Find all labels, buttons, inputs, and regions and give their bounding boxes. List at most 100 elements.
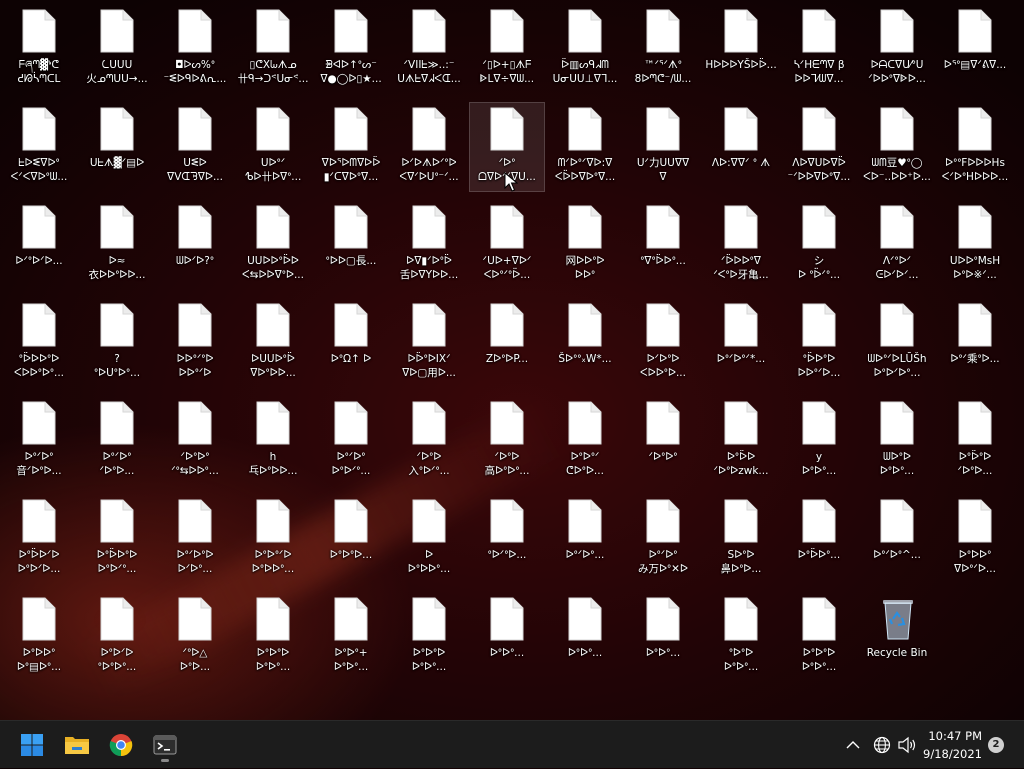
desktop-file-item[interactable]: ᐤᐅᐅ▢長...	[313, 200, 389, 290]
desktop-file-item[interactable]: ᐅᐤᐅᐤᐅ...	[313, 494, 389, 584]
desktop-file-item[interactable]: ᐟᐅᐤᐅᐤ ᐟᐤ⇆ᐅᐅᐤ...	[157, 396, 233, 486]
desktop-file-item[interactable]: ᐅᐤᐅᐤ...	[547, 592, 623, 682]
desktop-file-item[interactable]: ᗯᗰ豆♥ᐤ◯ ᐸᐅ⁻..ᐅᐅ⁺ᐅ...	[859, 102, 935, 192]
desktop-file-item[interactable]: ᐟᐅᐤᐅ 高ᐅᐤᐅᐤ...	[469, 396, 545, 486]
desktop-file-item[interactable]: ᐁᐅᕐᐅᗰᐁᐅᐇ ▮ᐟᑕᐁᐅᐤᐁ...	[313, 102, 389, 192]
desktop-file-item[interactable]: ᐟVIIᖶ≫..:⁻ ᑌᗑᖶᐁᖽᐸᗭ...	[391, 4, 467, 94]
desktop-file-item[interactable]: ᐅᐅᐤᐟᐤᐅ ᐅᐅᐤᐟᐅ	[157, 298, 233, 388]
desktop-file-item[interactable]: ᐅᐤᐇᐅ ᐟᐅᐤᐅzwk...	[703, 396, 779, 486]
desktop-file-item[interactable]: ᐅᐤᐇᐅᐟᐅ ᐅᐤᐅᐟᐅ...	[1, 494, 77, 584]
desktop-file-item[interactable]: ᐤᐅᐟᐤᐅ...	[469, 494, 545, 584]
desktop-file-item[interactable]: ᐅᐤΩ↑ ᐅ	[313, 298, 389, 388]
start-button[interactable]	[14, 727, 50, 763]
notification-badge[interactable]: 2	[988, 737, 1004, 753]
desktop-file-item[interactable]: ᐅᐤᐟᐅᐤ^...	[859, 494, 935, 584]
desktop-file-item[interactable]: ᐤᐅᐤᐅ ᐅᐤᐅᐤ...	[703, 592, 779, 682]
desktop-file-item[interactable]: ZᐅᐤᐅP...	[469, 298, 545, 388]
desktop-file-item[interactable]: ᗯᐅᐤᐟᐅLŪŠh ᐅᐤᐅᐟᐅᐤ...	[859, 298, 935, 388]
desktop-file-item[interactable]: ᐅᐤᐅᐅᐤ ᐅᐤ▤ᐅᐤ...	[1, 592, 77, 682]
clock-button[interactable]: 10:47 PM 9/18/2021	[918, 727, 982, 763]
recycle-bin-icon-item[interactable]: Recycle Bin	[859, 592, 935, 682]
desktop-file-item[interactable]: ᐅᐟᐤᐅᐟᐅ...	[1, 200, 77, 290]
desktop-file-item[interactable]: ᐤᐁᐤᐇᐅᐤ...	[625, 200, 701, 290]
desktop-file-item[interactable]: ᐟᐅᐤᐅ 入ᐤᐅᐟᐤ...	[391, 396, 467, 486]
desktop-file-item[interactable]: ᐅᕐᐤ▤ᐁᐟᕕᐁ...	[937, 4, 1013, 94]
desktop-file-item[interactable]: ᗯᐅᐟᐅ?ᐤ	[157, 200, 233, 290]
show-hidden-icons-button[interactable]	[846, 721, 860, 769]
desktop-file-item[interactable]: ᗯᐅᐤᐅ ᐅᐤᐅᐤ...	[859, 396, 935, 486]
desktop-file-item[interactable]: ᐅᐤᐟᐅᐤ み万ᐅᐤ✕ᐅ	[625, 494, 701, 584]
desktop-file-item[interactable]: ᐅᐤᐟᐅᐤ ᐅᐤᐅᐟᐤ...	[313, 396, 389, 486]
desktop-file-item[interactable]: ᐅᐤᐅᐟᐅ ᐤᐅᐤᐅᐤ...	[79, 592, 155, 682]
desktop-file-item[interactable]: ᐅᐤᐅᐤᐅ ᐅᐤᐅᐤ...	[235, 592, 311, 682]
desktop-file-item[interactable]: ᐅ ᐅᐤᐅᐅᐤ...	[391, 494, 467, 584]
desktop-file-item[interactable]: ᘇᑌᑌᑌ 火ᓄᘉᑌᑌ→...	[79, 4, 155, 94]
desktop-file-item[interactable]: ᐟ▯ᐅ+▯ᗑᖴ ᐈᒪᐁ÷ᐁᗯ...	[469, 4, 545, 94]
desktop-file-item[interactable]: ᐅᐤᐟᐅᐤᐅ ᐅᐟᐅᐤ...	[157, 494, 233, 584]
desktop-file-item[interactable]: ᐅᐤᐅᐤ...	[625, 592, 701, 682]
desktop-file-item[interactable]: ᐱᐅᐁᑌᐅᐁᐇ ⁻ᐟᐅᐅᐁᐅᐤᐁ...	[781, 102, 857, 192]
desktop-file-item[interactable]: ᐟᐅᐤ ᗝᐁᐅᐟᐟᐁᑌ...	[469, 102, 545, 192]
desktop-file-item[interactable]: ᐅᐤᐅᐤᐟ ᕦᐅᐤᐅ...	[547, 396, 623, 486]
desktop-file-item[interactable]: ᐅᐁ▮ᐟᐅᐤᐇ 舌ᐅᐁYᐅᐅ...	[391, 200, 467, 290]
desktop-file-item[interactable]: ᐱᐟᐤᐅᐟ ᕮᐅᐟᐅᐟ...	[859, 200, 935, 290]
desktop-file-item[interactable]: ᐇ▥ᔕᑫᖽᗰ ᑌᓂᑌᑌ⊥ᐁᒣ...	[547, 4, 623, 94]
desktop-file-item[interactable]: ᐅᐤᐟᐅᐤ...	[547, 494, 623, 584]
desktop-file-item[interactable]: ᐅᐤᐇᐅᐤᐅ ᐅᐤᐅᐟᐤ...	[79, 494, 155, 584]
desktop-file-item[interactable]: ᐅᐟᐅᐤᐅ ᐸᐅᐅᐤᐅ...	[625, 298, 701, 388]
desktop-file-item[interactable]: ᐅᐤᐅᐤ+ ᐅᐤᐅᐤ...	[313, 592, 389, 682]
desktop-file-item[interactable]: ᐅᐤᐇᐤᐅ ᐟᐅᐤᐅ...	[937, 396, 1013, 486]
desktop-file-item[interactable]: ™ᐟᕐᐟᗑᐤ 8ᐅᘉᕦ⁻/ᗯ...	[625, 4, 701, 94]
desktop-file-item[interactable]: ᖴཞᘉ▓ᔉᕦ ᕍᘙᓵᘉᑕᒪ	[1, 4, 77, 94]
desktop-file-item[interactable]: ᐅ≈ 衣ᐅᐅᐤᐅᐅ...	[79, 200, 155, 290]
desktop-file-item[interactable]: ᐟᐤᐅ△ ᐅᐤᐅ...	[157, 592, 233, 682]
desktop-file-item[interactable]: ᐱᐅ:ᐁᐁᐟ ᐤ ᗑ	[703, 102, 779, 192]
desktop-file-item[interactable]: ᐅᐤᐟᐅᐤ ᐟᐅᐤᐅ...	[79, 396, 155, 486]
desktop-file-item[interactable]: ᐅᗩᑕᐁᑌ⁄ᐤᑌ ᐟᐅᐅᐤᐁᐈᐅ...	[859, 4, 935, 94]
desktop-file-item[interactable]: Šᐅᐤᐤ᙮W*...	[547, 298, 623, 388]
file-explorer-button[interactable]	[59, 727, 95, 763]
desktop-file-item[interactable]: ᐅᐤᐟᐅᐤᐟ*...	[703, 298, 779, 388]
desktop-file-item[interactable]: ᐅᐇᐤᐅIXᐟ ᐁᐅ▢用ᐅ...	[391, 298, 467, 388]
desktop-file-item[interactable]: ᐅᐤᐇᐅᐤ...	[781, 494, 857, 584]
desktop-file-item[interactable]: ᐅᐤᐤFᐅᐅᐅHs ᐸᐟᐅᐤHᐅᐅᐅ...	[937, 102, 1013, 192]
desktop-file-item[interactable]: ᐟᐅᐤᐅᐤ	[625, 396, 701, 486]
desktop-file-item[interactable]: ᖶᐅᓬᐁᐅᐤ ᐸᐟᐸᐁᐅᐤᗯ...	[1, 102, 77, 192]
desktop-file-item[interactable]: ᐅᐤᐅᐤᐅ ᐅᐤᐅᐤ...	[781, 592, 857, 682]
desktop-file-item[interactable]: ᐅᐟᐅᗑᐅᐟᐤᐅ ᐸᐁᐟᐅᑌᐤ⁻ᐟ...	[391, 102, 467, 192]
desktop-file-item[interactable]: ᐟᐇᐅᐅᐤᐁ ᐟᐸᐤᐅ牙亀...	[703, 200, 779, 290]
chrome-button[interactable]	[103, 727, 139, 763]
desktop-file-item[interactable]: 网ᐅᐅᐤᐅ ᐅᐅᐤ	[547, 200, 623, 290]
desktop-file-item[interactable]: ᑌᑌᐅᐅᐤᐇᐅ ᐸ⇆ᐅᐅᐁᐤᐅ...	[235, 200, 311, 290]
desktop-file-item[interactable]: ᐅᐤᐟ乘ᐤᐅ...	[937, 298, 1013, 388]
volume-button[interactable]	[897, 721, 917, 769]
desktop-file-item[interactable]: ▯ᕦXᘈᗑᓄ 卄ᑫ→ᑐᕝᑌᓂᕝ...	[235, 4, 311, 94]
desktop-file-item[interactable]: ᑌᐅᐅᐤMsH ᐅᐤᐅ※ᐟ...	[937, 200, 1013, 290]
desktop-file-item[interactable]: Sᐅᐤᐅ 鼻ᐅᐤᐅ...	[703, 494, 779, 584]
desktop-file-item[interactable]: ᐅᐤᐅᐤᐟᐅ ᐅᐤᐅᐅᐤ...	[235, 494, 311, 584]
desktop-file-item[interactable]: ᑌᐟ力ᑌᑌᐁᐁ ᐁ	[625, 102, 701, 192]
desktop-file-item[interactable]: ᐅᐤᐅᐅᐤ ᐁᐅᐤᐟᐅ...	[937, 494, 1013, 584]
desktop-file-item[interactable]: ᑌᐅᐤᐟ ᕹᐅ卄ᐅᐁᐤ...	[235, 102, 311, 192]
desktop-file-item[interactable]: ᗰᐟᐅᐤᐟᐁᐅ:ᐁ ᐸᐇᐅᐁᐅᐤᐁ...	[547, 102, 623, 192]
desktop-file-item[interactable]: ᑌᖶᗑ▓ᐟ▤ᐅ	[79, 102, 155, 192]
desktop-file-item[interactable]: ᑌᓬᐅ ᐁᐯᗭᘋᐁᐅ...	[157, 102, 233, 192]
desktop-file-item[interactable]: HᐅᐅᐅYŠᐅᐇ...	[703, 4, 779, 94]
desktop-file-item[interactable]: シ ᐅ ᐤᐇᐟᐤ...	[781, 200, 857, 290]
network-button[interactable]	[873, 721, 891, 769]
desktop-file-item[interactable]: ◘ᐅᔕ%ᐤ ⁻ᓬᐅᑫᐅᕕᕆ...	[157, 4, 233, 94]
terminal-button[interactable]	[147, 727, 183, 763]
desktop-file-item[interactable]: ᐅᐤᐅᐤᐅ ᐅᐤᐅᐤ...	[391, 592, 467, 682]
desktop-file-item[interactable]: ᐤᐇᐅᐅᐤᐅ ᐸᐅᐅᐤᐅᐤ...	[1, 298, 77, 388]
desktop-file-item[interactable]: ? ᐤᐅᑌᐤᐅᐤ...	[79, 298, 155, 388]
desktop-file-item[interactable]: h 乓ᐅᐤᐅᐅ...	[235, 396, 311, 486]
desktop-file-item[interactable]: ᐅᐤᐅᐤ...	[469, 592, 545, 682]
desktop-file-item[interactable]: ᓴᐟHᗴᘉᐁ β ᐅᐅᒣ⁄ᗯᐁ...	[781, 4, 857, 94]
desktop-file-item[interactable]: y ᐅᐤᐅᐤ...	[781, 396, 857, 486]
desktop-file-item[interactable]: ᐅᑌᑌᐅᐤᐇ ᐁᐅᐤᐅᐅ...	[235, 298, 311, 388]
desktop-file-item[interactable]: ᐟᑌᐅ+ᐁᐅᐟ ᐸᐅᐤᐟᐤᐇ...	[469, 200, 545, 290]
desktop-file-item[interactable]: ᐅᐤᐟᐅᐤ 音ᐟᐅᐤᐅ...	[1, 396, 77, 486]
desktop-file-item[interactable]: ᗾᐊᐅ↑ᐤᔕ⁻ ᐁ●◯ᐅ▯★...	[313, 4, 389, 94]
desktop-file-item[interactable]: ᐤᐇᐅᐤᐅ ᐅᐅᐤᐟᐅ...	[781, 298, 857, 388]
file-icon	[490, 499, 524, 543]
